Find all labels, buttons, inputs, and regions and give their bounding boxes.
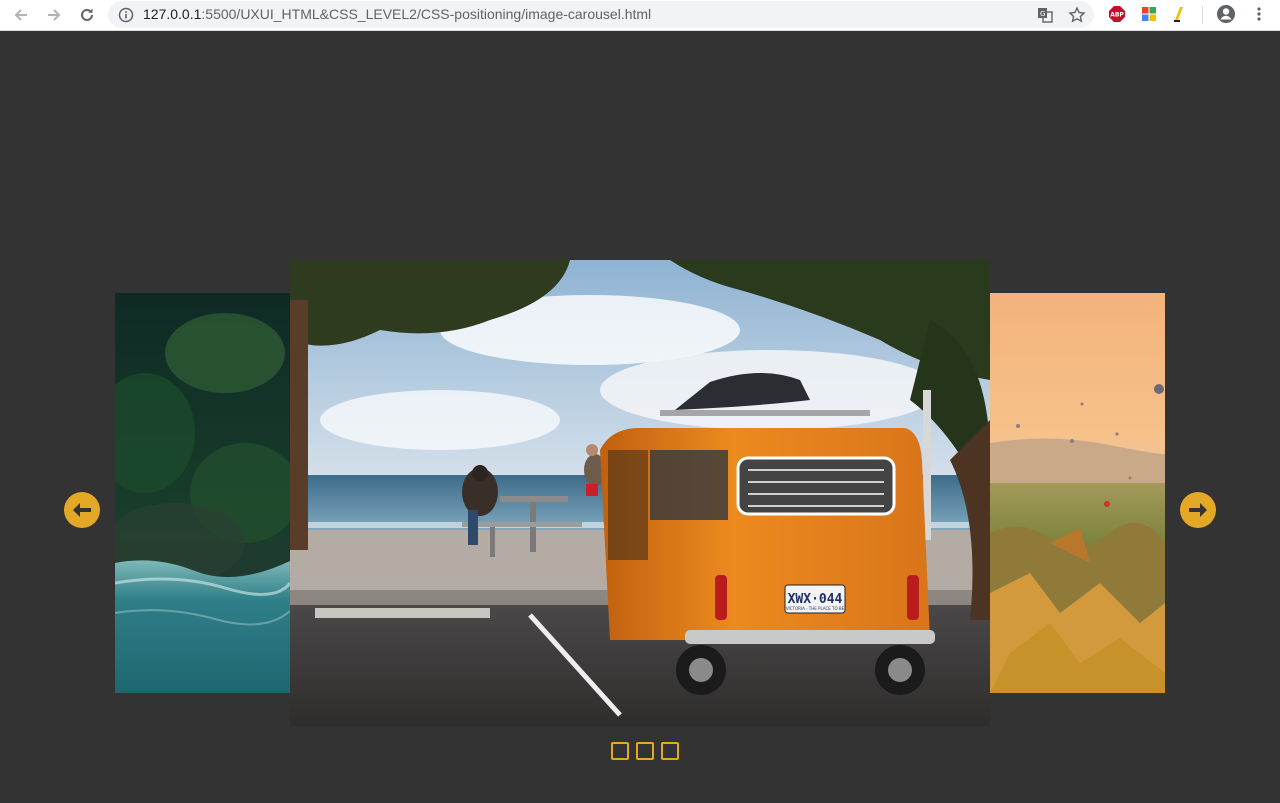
forward-button[interactable]	[42, 3, 66, 27]
adblock-plus-icon[interactable]: ABP	[1106, 3, 1128, 25]
arrow-left-icon	[73, 503, 91, 517]
reload-button[interactable]	[75, 3, 99, 27]
carousel-indicators	[611, 742, 679, 760]
carousel-indicator-2[interactable]	[636, 742, 654, 760]
translate-icon[interactable]: G	[1034, 4, 1056, 26]
orange-van-beach-photo: XWX·044 VICTORIA - THE PLACE TO BE	[290, 260, 990, 726]
site-info-icon[interactable]	[115, 4, 137, 26]
colorful-extension-icon[interactable]	[1138, 3, 1160, 25]
url-text: 127.0.0.1:5500/UXUI_HTML&CSS_LEVEL2/CSS-…	[143, 6, 651, 22]
back-arrow-icon	[14, 9, 27, 21]
url-path: :5500/UXUI_HTML&CSS_LEVEL2/CSS-positioni…	[201, 6, 652, 22]
toolbar-separator	[1202, 6, 1203, 24]
slide-center-active[interactable]: XWX·044 VICTORIA - THE PLACE TO BE	[290, 260, 990, 726]
carousel-next-button[interactable]	[1180, 492, 1216, 528]
svg-text:XWX·044: XWX·044	[788, 592, 843, 607]
back-button[interactable]	[9, 3, 33, 27]
bookmark-star-icon[interactable]	[1066, 4, 1088, 26]
waterfall-forest-photo	[115, 293, 290, 693]
slide-left[interactable]	[115, 293, 290, 693]
hot-air-balloon-valley-photo	[990, 293, 1165, 693]
reload-icon	[81, 8, 93, 21]
browser-toolbar: 127.0.0.1:5500/UXUI_HTML&CSS_LEVEL2/CSS-…	[0, 0, 1280, 31]
slide-right[interactable]	[990, 293, 1165, 693]
svg-text:G: G	[1040, 10, 1045, 18]
carousel-indicator-1[interactable]	[611, 742, 629, 760]
svg-text:ABP: ABP	[1110, 12, 1124, 19]
image-carousel: XWX·044 VICTORIA - THE PLACE TO BE	[0, 31, 1280, 803]
carousel-prev-button[interactable]	[64, 492, 100, 528]
carousel-indicator-3[interactable]	[661, 742, 679, 760]
url-host: 127.0.0.1	[143, 6, 202, 22]
address-bar[interactable]: 127.0.0.1:5500/UXUI_HTML&CSS_LEVEL2/CSS-…	[108, 1, 1094, 28]
yellow-extension-icon[interactable]	[1168, 3, 1190, 25]
browser-menu-icon[interactable]	[1248, 3, 1270, 25]
profile-avatar-icon[interactable]	[1215, 3, 1237, 25]
forward-arrow-icon	[48, 9, 61, 21]
arrow-right-icon	[1189, 503, 1207, 517]
svg-text:VICTORIA - THE PLACE TO BE: VICTORIA - THE PLACE TO BE	[786, 606, 845, 611]
